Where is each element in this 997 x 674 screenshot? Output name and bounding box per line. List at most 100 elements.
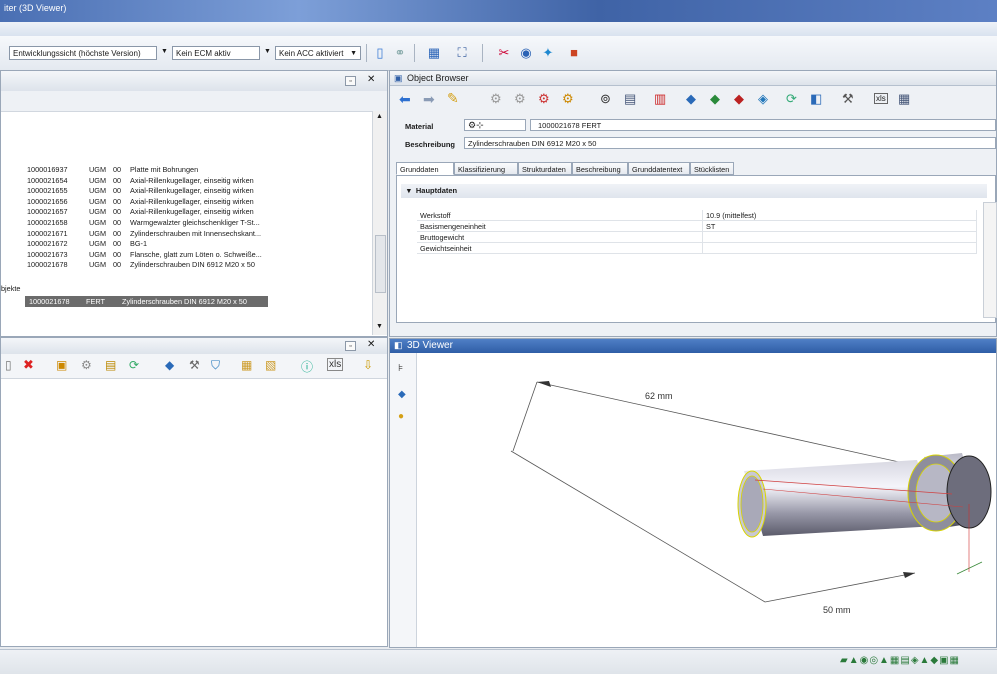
gear-icon[interactable]: ⚙ <box>490 91 502 107</box>
gear-icon[interactable]: ⚙ <box>81 358 92 372</box>
xls-icon[interactable]: xls <box>874 93 888 104</box>
gear-red-icon[interactable]: ⚙ <box>538 91 550 107</box>
list-item[interactable]: 1000021654 UGM 00 Axial-Rillenkugellager, e… <box>1 176 371 186</box>
tab-strukturdaten[interactable]: Strukturdaten <box>518 162 572 175</box>
stack-icon[interactable]: ◧ <box>810 91 822 107</box>
viewer-canvas[interactable]: 62 mm 50 mm <box>417 354 997 647</box>
field-value[interactable]: ST <box>703 221 977 232</box>
binoculars-icon[interactable]: ⊚ <box>600 91 611 107</box>
tab-beschreibung[interactable]: Beschreibung <box>572 162 628 175</box>
list-item[interactable]: 1000021673 UGM 00 Flansche, glatt zum Löten… <box>1 250 371 260</box>
hauptdaten-grid: Werkstoff 10.9 (mittelfest) Basismengenein… <box>417 210 977 258</box>
gear-plus-icon[interactable]: ⚙ <box>514 91 526 107</box>
pdf-icon[interactable]: ■ <box>566 45 582 61</box>
back-arrow-icon[interactable]: ⬅ <box>399 91 411 108</box>
network-icon[interactable]: ⛶ <box>454 45 470 61</box>
list-item[interactable]: 1000021672 UGM 00 BG-1 <box>1 239 371 249</box>
object-browser-pane: ▣ Object Browser ⬅ ➡ ✎ ⚙ ⚙ ⚙ ⚙ ⊚ ▤ ▥ ◆ ◆… <box>389 70 997 337</box>
close-button[interactable]: ✕ <box>367 339 375 350</box>
tree-icon[interactable]: ⊧ <box>398 363 403 374</box>
delete-icon[interactable]: ✖ <box>23 357 34 373</box>
result-list-scrollbar[interactable]: ▲ ▼ <box>372 111 387 335</box>
acc-select-arrow-icon[interactable]: ▼ <box>350 47 357 61</box>
ecm-select[interactable]: Kein ECM aktiv <box>172 46 260 60</box>
toolbar-separator <box>366 44 367 62</box>
list-item[interactable]: 1000021655 UGM 00 Axial-Rillenkugellager, e… <box>1 186 371 196</box>
tab-stuecklisten[interactable]: Stücklisten <box>690 162 734 175</box>
hauptdaten-section[interactable]: ▾ Hauptdaten <box>401 184 987 198</box>
edit-icon[interactable]: ▯ <box>5 358 12 372</box>
list-item[interactable]: 1000016937 UGM 00 Platte mit Bohrungen <box>1 165 371 175</box>
cell-description: Axial-Rillenkugellager, einseitig wirken <box>130 196 254 206</box>
object-browser-title: Object Browser <box>407 73 469 83</box>
view-select-arrow-icon[interactable]: ▼ <box>161 48 168 55</box>
comment-icon[interactable]: ● <box>398 411 404 422</box>
list-item[interactable]: 1000021658 UGM 00 Warmgewalzter gleichschen… <box>1 218 371 228</box>
material-value: 1000021678 FERT <box>538 121 602 130</box>
maximize-button[interactable]: ▫ <box>345 76 356 86</box>
part-red-icon[interactable]: ◆ <box>734 91 744 107</box>
refresh-icon[interactable]: ⟳ <box>786 91 797 107</box>
forward-arrow-icon[interactable]: ➡ <box>423 91 435 108</box>
info-icon[interactable]: ⓘ <box>301 358 313 375</box>
bookmark-icon[interactable]: ▯ <box>372 45 388 61</box>
cell-number: 1000021672 <box>27 239 68 249</box>
card-icon[interactable]: ▤ <box>624 91 636 107</box>
cube-icon[interactable]: ◆ <box>398 389 406 400</box>
part-icon[interactable]: ◆ <box>686 91 696 107</box>
document-icon[interactable]: ▣ <box>56 358 67 372</box>
field-value[interactable]: 10.9 (mittelfest) <box>703 210 977 221</box>
gear-orange-icon[interactable]: ⚙ <box>562 91 574 107</box>
pencil-icon[interactable]: ✎ <box>447 90 459 107</box>
view-select[interactable]: Entwicklungssicht (höchste Version) <box>9 46 157 60</box>
refresh-icon[interactable]: ⟳ <box>129 358 139 372</box>
beschreibung-field[interactable]: Zylinderschrauben DIN 6912 M20 x 50 <box>464 137 996 149</box>
structure-icon[interactable]: ▦ <box>426 45 442 61</box>
selected-row[interactable]: 1000021678 FERT Zylinderschrauben DIN 69… <box>25 296 268 307</box>
list-item[interactable]: 1000021656 UGM 00 Axial-Rillenkugellager, e… <box>1 197 371 207</box>
tray-icons[interactable]: ▰▲◉◎▲▦▤◈▲◆▣▦ <box>840 655 960 666</box>
beschreibung-value: Zylinderschrauben DIN 6912 M20 x 50 <box>468 139 597 148</box>
part-green-icon[interactable]: ◆ <box>710 91 720 107</box>
acc-select[interactable]: Kein ACC aktiviert ▼ <box>275 46 361 60</box>
cell-description: Axial-Rillenkugellager, einseitig wirken <box>130 186 254 196</box>
filter-icon[interactable]: ⛉ <box>211 358 220 373</box>
cell-version: 00 <box>113 165 122 174</box>
wrench-icon[interactable]: ⚒ <box>189 358 200 372</box>
field-value[interactable] <box>703 232 977 243</box>
list-item[interactable]: 1000021671 UGM 00 Zylinderschrauben mit Inn… <box>1 229 371 239</box>
wrench-icon[interactable]: ⚒ <box>842 91 854 107</box>
scroll-up-icon[interactable]: ▲ <box>376 113 383 120</box>
bolt-model[interactable] <box>737 453 992 575</box>
export-icon[interactable]: ▧ <box>265 358 276 372</box>
arrow-part-icon[interactable]: ◈ <box>758 91 768 107</box>
table-icon[interactable]: ▥ <box>654 91 666 107</box>
list-item[interactable]: 1000021678 UGM 00 Zylinderschrauben DIN 691… <box>1 260 371 270</box>
scroll-down-icon[interactable]: ▼ <box>376 323 383 330</box>
arrow-down-icon[interactable]: ✦ <box>540 45 556 61</box>
import-icon[interactable]: ⇩ <box>363 358 373 372</box>
list-item[interactable]: 1000021657 UGM 00 Axial-Rillenkugellager, e… <box>1 207 371 217</box>
content-scrollbar[interactable] <box>983 202 997 318</box>
collapse-icon[interactable]: ▾ <box>407 186 411 195</box>
ecm-select-arrow-icon[interactable]: ▼ <box>264 48 271 55</box>
maximize-button[interactable]: ▫ <box>345 341 356 351</box>
tab-klassifizierung[interactable]: Klassifizierung <box>454 162 518 175</box>
copy-icon[interactable]: ▤ <box>105 358 116 372</box>
scrollbar-thumb[interactable] <box>375 235 386 293</box>
xls-icon[interactable]: xls <box>327 358 344 371</box>
grid-icon[interactable]: ▦ <box>898 91 910 107</box>
globe-icon[interactable]: ◉ <box>518 45 534 61</box>
field-value[interactable] <box>703 243 977 254</box>
link-icon[interactable]: ⚭ <box>392 45 408 61</box>
cell-version: 00 <box>113 196 122 206</box>
material-type-field[interactable]: ⚙⊹ <box>464 119 526 131</box>
material-field[interactable]: 1000021678 FERT <box>530 119 996 131</box>
tab-grunddaten[interactable]: Grunddaten <box>396 162 454 175</box>
scissors-icon[interactable]: ✂ <box>496 45 512 61</box>
cell-description: Platte mit Bohrungen <box>130 165 199 174</box>
tab-grunddatentext[interactable]: Grunddatentext <box>628 162 690 175</box>
report-icon[interactable]: ▦ <box>241 358 252 372</box>
close-button[interactable]: ✕ <box>367 74 375 85</box>
part-icon[interactable]: ◆ <box>165 358 174 372</box>
